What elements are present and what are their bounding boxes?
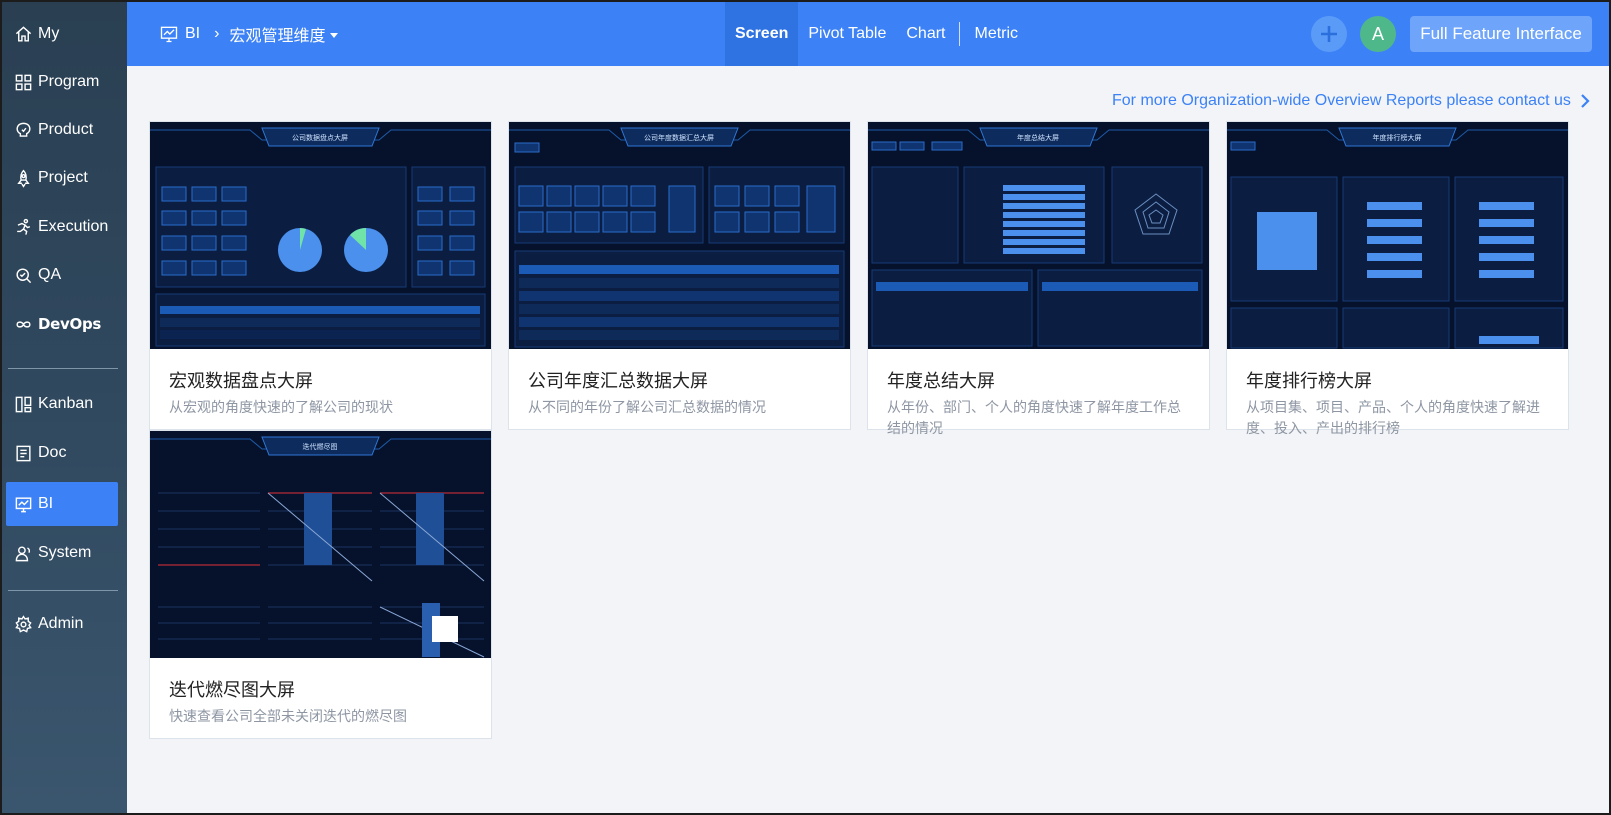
sidebar-item-program[interactable]: Program — [6, 60, 118, 104]
breadcrumb-root[interactable]: BI — [185, 25, 200, 43]
tab-metric[interactable]: Metric — [964, 2, 1028, 66]
screen-card[interactable]: 迭代燃尽图 迭代燃尽图大屏 快速查看公司全部未关闭迭代的燃尽图 — [149, 430, 492, 739]
card-thumbnail: 公司年度数据汇总大屏 — [509, 122, 850, 349]
sidebar-divider — [8, 590, 118, 591]
thumbnail-title: 公司年度数据汇总大屏 — [644, 133, 714, 142]
admin-icon — [12, 613, 34, 635]
screen-card[interactable]: 年度总结大屏 年度总结大屏 从年份、部门、个人的角度快速了解年度工作总结的情况 — [867, 121, 1210, 436]
thumbnail-title: 迭代燃尽图 — [303, 442, 338, 451]
thumbnail-title: 年度排行榜大屏 — [1373, 133, 1422, 142]
caret-down-icon[interactable] — [330, 32, 339, 38]
card-thumbnail: 迭代燃尽图 — [150, 431, 491, 658]
sidebar-item-label: Doc — [38, 444, 67, 461]
sidebar-item-label: Execution — [38, 218, 109, 235]
card-title: 迭代燃尽图大屏 — [169, 680, 295, 700]
bi-icon — [160, 26, 178, 43]
sidebar-item-label: Kanban — [38, 395, 94, 412]
plus-icon — [1321, 26, 1337, 42]
card-description: 快速查看公司全部未关闭迭代的燃尽图 — [169, 708, 407, 724]
sidebar-divider — [8, 368, 118, 369]
sidebar-item-execution[interactable]: Execution — [6, 205, 118, 249]
sidebar-item-system[interactable]: System — [6, 531, 118, 575]
card-description: 从不同的年份了解公司汇总数据的情况 — [528, 399, 766, 415]
card-title: 宏观数据盘点大屏 — [169, 371, 313, 391]
sidebar-item-label: Admin — [38, 615, 84, 632]
sidebar-item-admin[interactable]: Admin — [6, 602, 118, 646]
card-thumbnail: 公司数据盘点大屏 — [150, 122, 491, 349]
contact-link[interactable]: For more Organization-wide Overview Repo… — [1112, 92, 1591, 110]
card-description: 从宏观的角度快速的了解公司的现状 — [169, 399, 393, 415]
sidebar-item-kanban[interactable]: Kanban — [6, 382, 118, 426]
chevron-right-icon — [1581, 94, 1590, 108]
sidebar: My Program Product Project Execution QA … — [2, 2, 127, 813]
chevron-right-icon: › — [214, 25, 220, 42]
screen-card[interactable]: 公司数据盘点大屏 宏观数据盘点大屏 从宏观的角度快速的了解公司的现状 — [149, 121, 492, 430]
card-title: 年度排行榜大屏 — [1246, 371, 1372, 391]
create-button[interactable] — [1311, 16, 1347, 52]
sidebar-item-label: QA — [38, 266, 62, 283]
home-icon — [12, 23, 34, 45]
breadcrumb: BI › 宏观管理维度 — [159, 22, 339, 46]
card-description: 从年份、部门、个人的角度快速了解年度工作总结的情况 — [887, 399, 1181, 436]
sidebar-item-doc[interactable]: Doc — [6, 431, 118, 475]
card-thumbnail: 年度总结大屏 — [868, 122, 1209, 349]
sidebar-item-label: DevOps — [38, 315, 102, 333]
tab-divider — [959, 22, 961, 46]
full-feature-interface-button[interactable]: Full Feature Interface — [1410, 16, 1592, 52]
project-icon — [12, 167, 34, 189]
kanban-icon — [12, 393, 34, 415]
app-window: My Program Product Project Execution QA … — [0, 0, 1611, 815]
card-title: 公司年度汇总数据大屏 — [528, 371, 708, 391]
bi-icon — [12, 493, 34, 515]
system-icon — [12, 542, 34, 564]
thumbnail-title: 公司数据盘点大屏 — [292, 133, 348, 142]
avatar[interactable]: A — [1360, 16, 1396, 52]
breadcrumb-current-dropdown[interactable]: 宏观管理维度 — [229, 22, 325, 46]
sidebar-item-devops[interactable]: DevOps — [6, 302, 118, 346]
qa-icon — [12, 264, 34, 286]
sidebar-item-label: Program — [38, 73, 100, 90]
sidebar-item-qa[interactable]: QA — [6, 253, 118, 297]
contact-link-text: For more Organization-wide Overview Repo… — [1112, 92, 1571, 109]
sidebar-item-label: Product — [38, 121, 94, 138]
sidebar-item-label: System — [38, 544, 92, 561]
sidebar-item-project[interactable]: Project — [6, 156, 118, 200]
tab-pivot-table[interactable]: Pivot Table — [798, 2, 896, 66]
card-title: 年度总结大屏 — [887, 371, 995, 391]
execution-icon — [12, 216, 34, 238]
screen-card[interactable]: 公司年度数据汇总大屏 公司年度汇总数据大屏 从不同的年份了解公司汇总数据的情况 — [508, 121, 851, 430]
sidebar-item-product[interactable]: Product — [6, 108, 118, 152]
product-icon — [12, 119, 34, 141]
top-header: BI › 宏观管理维度 Screen Pivot Table Chart Met… — [127, 2, 1609, 66]
view-tabs: Screen Pivot Table Chart Metric — [725, 2, 1028, 66]
tab-screen[interactable]: Screen — [725, 2, 799, 66]
screen-card[interactable]: 年度排行榜大屏 年度排行榜大屏 从项目集、项目、产品、个人的角度快速了解进度、投… — [1226, 121, 1569, 436]
thumbnail-title: 年度总结大屏 — [1017, 133, 1059, 142]
sidebar-item-label: My — [38, 25, 60, 42]
sidebar-item-label: BI — [38, 495, 54, 512]
program-icon — [12, 71, 34, 93]
doc-icon — [12, 442, 34, 464]
sidebar-item-my[interactable]: My — [6, 12, 118, 56]
devops-icon — [12, 313, 34, 335]
tab-chart[interactable]: Chart — [896, 2, 955, 66]
sidebar-item-bi[interactable]: BI — [6, 482, 118, 526]
card-thumbnail: 年度排行榜大屏 — [1227, 122, 1568, 349]
sidebar-item-label: Project — [38, 169, 88, 186]
card-description: 从项目集、项目、产品、个人的角度快速了解进度、投入、产出的排行榜 — [1246, 399, 1540, 436]
